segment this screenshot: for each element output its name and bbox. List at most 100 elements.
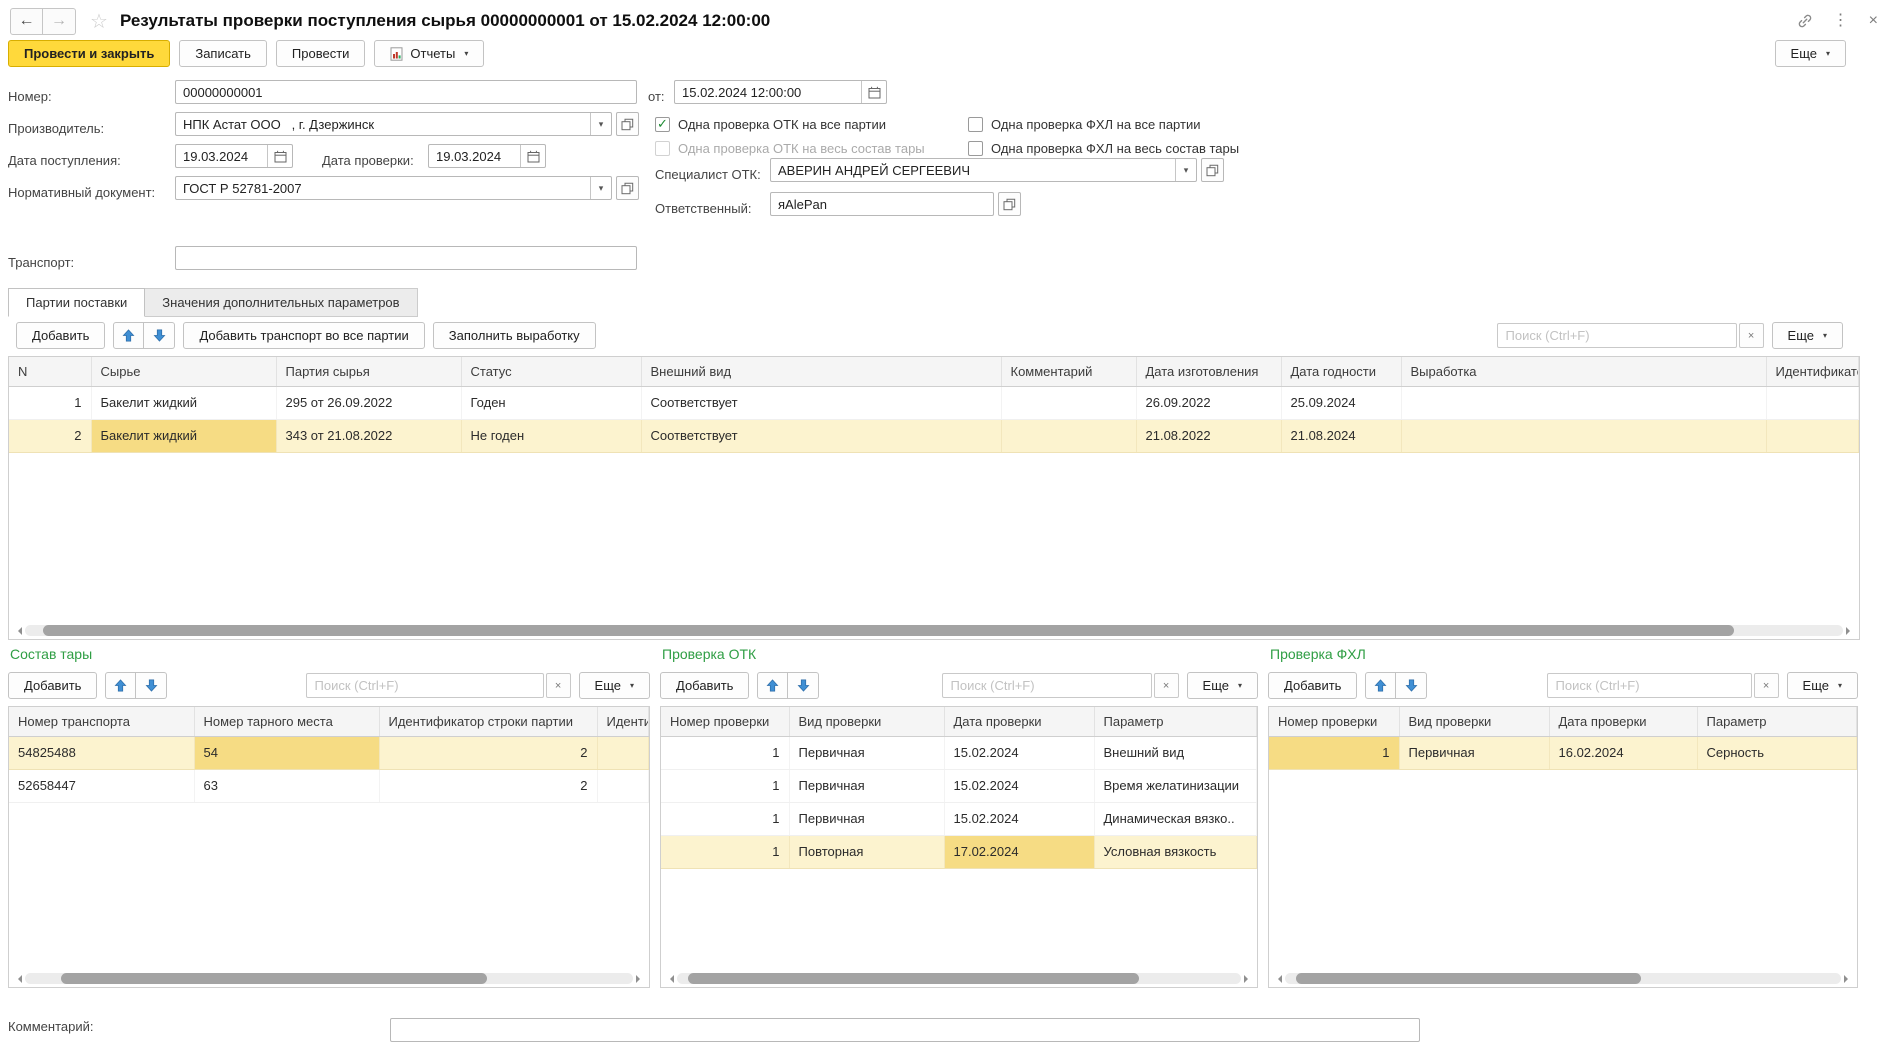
link-icon[interactable] bbox=[1797, 13, 1813, 29]
cell-batch-row-id[interactable]: 2 bbox=[379, 736, 597, 769]
checkbox-fhl-all-batches[interactable]: Одна проверка ФХЛ на все партии bbox=[968, 115, 1200, 133]
cell-output[interactable] bbox=[1401, 386, 1766, 419]
checkbox-fhl-all-tare[interactable]: Одна проверка ФХЛ на весь состав тары bbox=[968, 139, 1239, 157]
scrollbar-track[interactable] bbox=[1285, 973, 1841, 984]
column-header-check-date[interactable]: Дата проверки bbox=[944, 707, 1094, 736]
cell-check-date[interactable]: 15.02.2024 bbox=[944, 769, 1094, 802]
tab-extra-params[interactable]: Значения дополнительных параметров bbox=[145, 288, 417, 317]
table-row[interactable]: 1 Первичная 15.02.2024 Внешний вид bbox=[661, 736, 1257, 769]
scrollbar-thumb[interactable] bbox=[43, 625, 1734, 636]
cell-status[interactable]: Не годен bbox=[461, 419, 641, 452]
tare-more-button[interactable]: Еще ▾ bbox=[579, 672, 650, 699]
otk-specialist-open-button[interactable] bbox=[1201, 158, 1224, 182]
batches-search-input[interactable] bbox=[1497, 323, 1737, 348]
cell-parameter[interactable]: Время желатинизации bbox=[1094, 769, 1257, 802]
scroll-left-icon[interactable] bbox=[14, 975, 22, 983]
cell-check-type[interactable]: Первичная bbox=[789, 769, 944, 802]
otk-horizontal-scrollbar[interactable] bbox=[666, 972, 1252, 985]
cell-comment[interactable] bbox=[1001, 419, 1136, 452]
comment-input[interactable] bbox=[391, 1019, 1419, 1041]
column-header-batch-row-id[interactable]: Идентификатор строки партии bbox=[379, 707, 597, 736]
cell-place-no-active[interactable]: 54 bbox=[194, 736, 379, 769]
table-row[interactable]: 1 Бакелит жидкий 295 от 26.09.2022 Годен… bbox=[9, 386, 1859, 419]
scrollbar-thumb[interactable] bbox=[1296, 973, 1641, 984]
fill-output-button[interactable]: Заполнить выработку bbox=[433, 322, 596, 349]
cell-check-type[interactable]: Первичная bbox=[1399, 736, 1549, 769]
cell-check-type[interactable]: Повторная bbox=[789, 835, 944, 868]
close-icon[interactable]: × bbox=[1869, 13, 1878, 29]
number-input[interactable] bbox=[176, 81, 636, 103]
cell-batch-row-id[interactable]: 2 bbox=[379, 769, 597, 802]
manufacturer-input[interactable] bbox=[176, 113, 590, 135]
number-field[interactable] bbox=[175, 80, 637, 104]
doc-date-field[interactable] bbox=[674, 80, 887, 104]
cell-output[interactable] bbox=[1401, 419, 1766, 452]
calendar-icon[interactable] bbox=[520, 145, 545, 167]
move-up-button[interactable] bbox=[113, 322, 144, 349]
tare-horizontal-scrollbar[interactable] bbox=[14, 972, 644, 985]
column-header-check-no[interactable]: Номер проверки bbox=[1269, 707, 1399, 736]
cell-mfg-date[interactable]: 26.09.2022 bbox=[1136, 386, 1281, 419]
dropdown-icon[interactable]: ▾ bbox=[1175, 159, 1196, 181]
tare-add-button[interactable]: Добавить bbox=[8, 672, 97, 699]
cell-parameter[interactable]: Динамическая вязко.. bbox=[1094, 802, 1257, 835]
otk-specialist-input[interactable] bbox=[771, 159, 1175, 181]
check-date-input[interactable] bbox=[429, 145, 520, 167]
cell-material-active[interactable]: Бакелит жидкий bbox=[91, 419, 276, 452]
cell-batch[interactable]: 295 от 26.09.2022 bbox=[276, 386, 461, 419]
normative-doc-field[interactable]: ▾ bbox=[175, 176, 612, 200]
doc-date-input[interactable] bbox=[675, 81, 861, 103]
cell-exp-date[interactable]: 21.08.2024 bbox=[1281, 419, 1401, 452]
table-row-selected[interactable]: 1 Повторная 17.02.2024 Условная вязкость bbox=[661, 835, 1257, 868]
cell-row-id[interactable] bbox=[597, 736, 649, 769]
cell-parameter[interactable]: Серность bbox=[1697, 736, 1857, 769]
transport-input[interactable] bbox=[176, 247, 636, 269]
comment-field[interactable] bbox=[390, 1018, 1420, 1042]
fhl-search-clear-button[interactable]: × bbox=[1754, 673, 1779, 698]
move-down-button[interactable] bbox=[136, 672, 167, 699]
scroll-right-icon[interactable] bbox=[636, 975, 644, 983]
otk-more-button[interactable]: Еще ▾ bbox=[1187, 672, 1258, 699]
cell-place-no[interactable]: 63 bbox=[194, 769, 379, 802]
cell-row-id[interactable] bbox=[1766, 419, 1859, 452]
cell-appearance[interactable]: Соответствует bbox=[641, 386, 1001, 419]
cell-mfg-date[interactable]: 21.08.2022 bbox=[1136, 419, 1281, 452]
responsible-field[interactable] bbox=[770, 192, 994, 216]
scroll-left-icon[interactable] bbox=[666, 975, 674, 983]
manufacturer-field[interactable]: ▾ bbox=[175, 112, 612, 136]
cell-batch[interactable]: 343 от 21.08.2022 bbox=[276, 419, 461, 452]
column-header-material[interactable]: Сырье bbox=[91, 357, 276, 386]
scroll-right-icon[interactable] bbox=[1244, 975, 1252, 983]
column-header-batch[interactable]: Партия сырья bbox=[276, 357, 461, 386]
cell-status[interactable]: Годен bbox=[461, 386, 641, 419]
back-button[interactable]: ← bbox=[10, 8, 43, 35]
cell-check-no-active[interactable]: 1 bbox=[1269, 736, 1399, 769]
cell-check-date[interactable]: 16.02.2024 bbox=[1549, 736, 1697, 769]
normative-doc-input[interactable] bbox=[176, 177, 590, 199]
column-header-row-id[interactable]: Идентификатор bbox=[597, 707, 649, 736]
otk-search-input[interactable] bbox=[942, 673, 1152, 698]
cell-appearance[interactable]: Соответствует bbox=[641, 419, 1001, 452]
column-header-check-no[interactable]: Номер проверки bbox=[661, 707, 789, 736]
column-header-check-date[interactable]: Дата проверки bbox=[1549, 707, 1697, 736]
column-header-output[interactable]: Выработка bbox=[1401, 357, 1766, 386]
column-header-check-type[interactable]: Вид проверки bbox=[789, 707, 944, 736]
cell-parameter[interactable]: Внешний вид bbox=[1094, 736, 1257, 769]
column-header-appearance[interactable]: Внешний вид bbox=[641, 357, 1001, 386]
fhl-search-input[interactable] bbox=[1547, 673, 1752, 698]
responsible-open-button[interactable] bbox=[998, 192, 1021, 216]
manufacturer-open-button[interactable] bbox=[616, 112, 639, 136]
column-header-mfg-date[interactable]: Дата изготовления bbox=[1136, 357, 1281, 386]
move-up-button[interactable] bbox=[105, 672, 136, 699]
scrollbar-track[interactable] bbox=[677, 973, 1241, 984]
scrollbar-track[interactable] bbox=[25, 625, 1843, 636]
move-down-button[interactable] bbox=[788, 672, 819, 699]
menu-dots-icon[interactable]: ⋮ bbox=[1833, 13, 1849, 29]
table-row-selected[interactable]: 54825488 54 2 bbox=[9, 736, 649, 769]
transport-field[interactable] bbox=[175, 246, 637, 270]
scrollbar-track[interactable] bbox=[25, 973, 633, 984]
add-transport-all-batches-button[interactable]: Добавить транспорт во все партии bbox=[183, 322, 424, 349]
scrollbar-thumb[interactable] bbox=[61, 973, 487, 984]
reports-button[interactable]: Отчеты ▾ bbox=[374, 40, 484, 67]
fhl-add-button[interactable]: Добавить bbox=[1268, 672, 1357, 699]
